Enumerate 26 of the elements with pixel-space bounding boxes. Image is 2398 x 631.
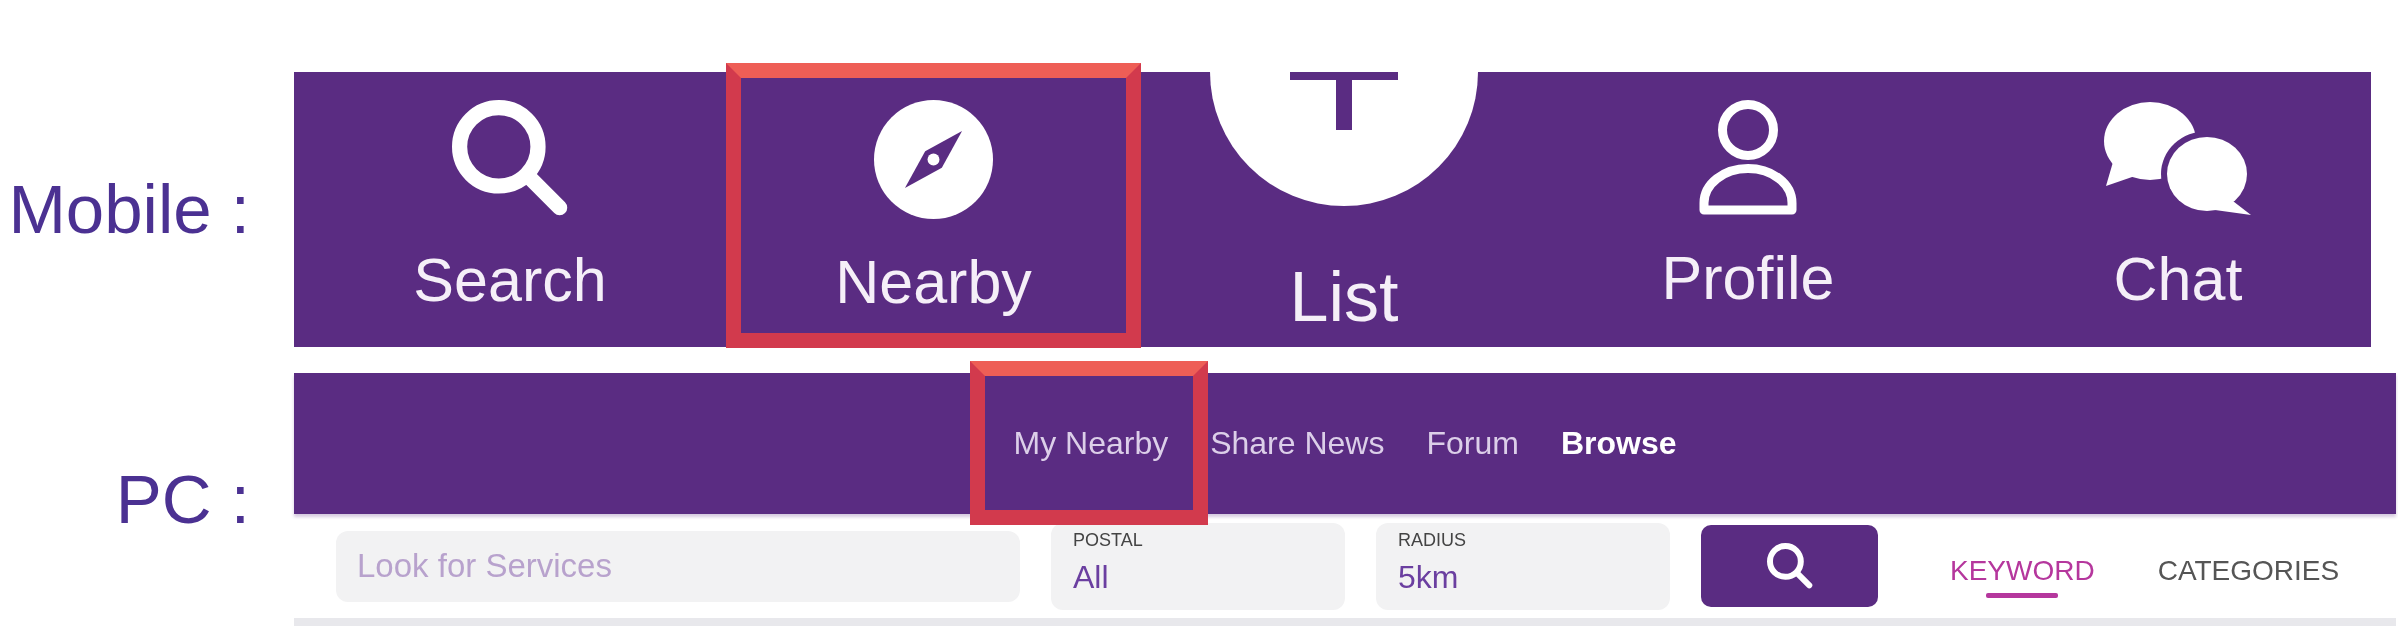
nav-tab[interactable]: Chat — [2103, 100, 2253, 315]
search-field[interactable]: Look for Services — [336, 530, 1020, 602]
nav-link[interactable]: Share News — [1210, 425, 1385, 462]
nav-link[interactable]: Forum — [1426, 425, 1519, 462]
filter-field[interactable]: RADIUS 5km — [1376, 522, 1670, 610]
mode-tab[interactable]: KEYWORD — [1950, 555, 2095, 599]
chat-icon — [2103, 100, 2253, 216]
nav-tab[interactable]: Nearby — [835, 100, 1032, 318]
field-value: All — [1073, 560, 1109, 596]
nav-tab[interactable]: List — [1210, 72, 1478, 338]
field-value: 5km — [1398, 560, 1459, 596]
nav-link[interactable]: Browse — [1560, 425, 1677, 462]
search-button[interactable] — [1701, 525, 1878, 607]
section-label: Mobile : — [7, 169, 250, 250]
nav-tab[interactable]: Profile — [1661, 100, 1835, 314]
field-label: POSTAL — [1073, 530, 1143, 551]
nav-link[interactable]: My Nearby — [1013, 425, 1169, 462]
field-label: RADIUS — [1398, 530, 1466, 551]
search-icon — [1766, 543, 1813, 589]
filter-field[interactable]: POSTAL All — [1051, 522, 1345, 610]
person-icon — [1698, 100, 1798, 215]
compass-icon — [874, 100, 993, 219]
nav-tab[interactable]: Search — [413, 100, 607, 316]
mode-tab[interactable]: CATEGORIES — [2157, 555, 2340, 588]
search-icon — [451, 100, 569, 217]
section-label: PC : — [114, 459, 250, 540]
